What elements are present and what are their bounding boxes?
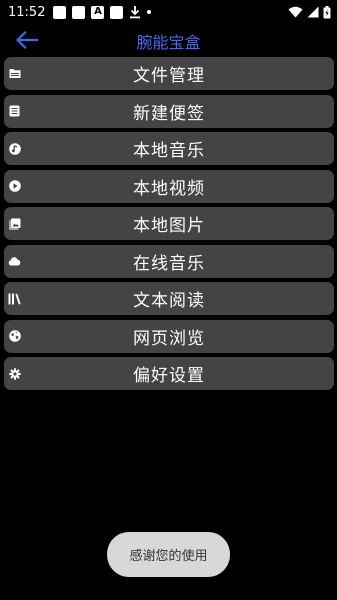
menu-item-web-browsing[interactable]: 网页浏览 [4,319,334,353]
menu-item-label: 本地图片 [133,216,205,236]
menu-item-local-images[interactable]: 本地图片 [4,207,334,240]
dot-icon [147,10,152,14]
signal-icon [307,6,319,18]
a-letter-icon: A [91,5,105,19]
menu-item-local-music[interactable]: 本地音乐 [4,132,334,165]
library-icon [8,292,21,305]
download-icon [130,6,141,19]
menu-item-text-reading[interactable]: 文本阅读 [4,282,334,315]
page-title: 腕能宝盒 [136,33,201,52]
menu-item-local-video[interactable]: 本地视频 [4,169,334,203]
square-icon [72,5,86,19]
menu-item-online-music[interactable]: 在线音乐 [4,244,334,278]
menu-item-file-manager[interactable]: 文件管理 [4,57,334,90]
menu-item-label: 文件管理 [133,66,205,86]
menu-item-label: 文本阅读 [133,291,205,311]
square-icon [53,5,67,19]
note-icon [8,105,21,118]
menu-item-label: 新建便签 [133,103,205,124]
status-bar: 11:52 A [0,0,337,24]
toast-message: 感谢您的使用 [107,532,230,577]
gear-icon [8,367,21,380]
cloud-icon [8,255,21,268]
menu-item-label: 本地音乐 [133,141,205,161]
toast-text: 感谢您的使用 [129,549,208,564]
system-icons [288,5,331,19]
play-circle-icon [8,180,21,193]
wifi-icon [288,6,303,18]
image-icon [8,217,21,230]
notification-icons: A [53,5,152,19]
menu-item-label: 偏好设置 [133,366,205,386]
menu-item-label: 网页浏览 [133,328,205,349]
globe-icon [8,330,21,343]
music-note-icon [8,142,21,155]
menu-item-label: 本地视频 [133,178,205,199]
menu-list: 文件管理 新建便签 本地音乐 本地视频 本地图片 在线音乐 文本阅读 网页浏览 … [4,57,334,395]
status-time: 11:52 [8,4,46,20]
square-icon [110,5,124,19]
menu-item-preferences[interactable]: 偏好设置 [4,357,334,390]
menu-item-new-note[interactable]: 新建便签 [4,94,334,128]
title-bar: 腕能宝盒 [0,26,337,54]
menu-item-label: 在线音乐 [133,253,205,274]
battery-icon [323,5,331,18]
folder-icon [8,67,21,80]
